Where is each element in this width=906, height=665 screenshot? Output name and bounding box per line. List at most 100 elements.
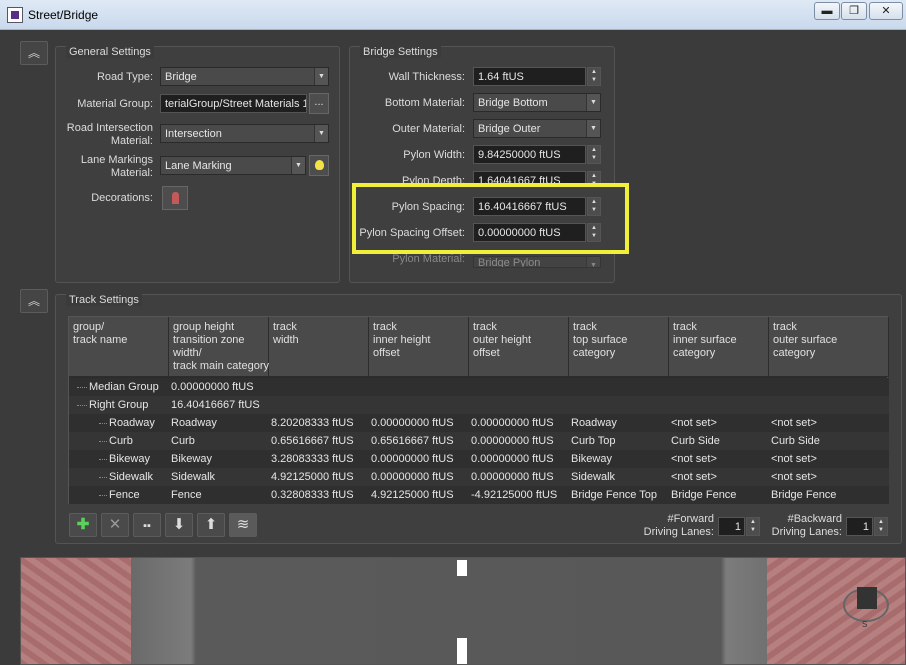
table-cell[interactable]: 3.28083333 ftUS [269, 450, 369, 468]
table-cell[interactable]: 16.40416667 ftUS [169, 396, 269, 414]
table-cell[interactable]: 0.00000000 ftUS [369, 450, 469, 468]
road-type-select[interactable]: Bridge ▼ [160, 67, 329, 86]
wall-thickness-spinner[interactable]: ▲ ▼ [587, 67, 601, 86]
table-cell[interactable]: 0.65616667 ftUS [369, 432, 469, 450]
table-cell[interactable] [769, 396, 889, 414]
table-row[interactable]: Fence Fence 0.32808333 ftUS 4.92125000 ftUS… [69, 486, 889, 504]
collapse-track-button[interactable]: ︽ [20, 289, 48, 313]
forward-lanes-field[interactable]: 1 [718, 517, 745, 536]
group-tracks-button[interactable]: ▪▪ [133, 513, 161, 537]
table-cell[interactable]: Bridge Fence Top [569, 486, 669, 504]
table-cell[interactable]: Curb Side [769, 432, 889, 450]
outer-material-select[interactable]: Bridge Outer ▼ [473, 119, 601, 138]
table-cell[interactable]: Bridge Fence [769, 486, 889, 504]
table-cell[interactable]: 0.00000000 ftUS [469, 414, 569, 432]
table-cell[interactable]: <not set> [769, 450, 889, 468]
table-cell[interactable] [369, 378, 469, 396]
bottom-material-select[interactable]: Bridge Bottom ▼ [473, 93, 601, 112]
table-cell[interactable] [469, 396, 569, 414]
column-header[interactable]: track inner height offset [369, 317, 469, 377]
table-cell[interactable]: <not set> [669, 468, 769, 486]
intersection-select[interactable]: Intersection ▼ [160, 124, 329, 143]
table-cell[interactable]: 0.00000000 ftUS [469, 468, 569, 486]
pylon-spacing-spinner[interactable]: ▲ ▼ [587, 197, 601, 216]
table-cell[interactable] [469, 378, 569, 396]
column-header[interactable]: track outer height offset [469, 317, 569, 377]
table-row[interactable]: Curb Curb 0.65616667 ftUS 0.65616667 ftUS 0.… [69, 432, 889, 450]
table-cell[interactable]: <not set> [769, 468, 889, 486]
table-cell[interactable]: 0.00000000 ftUS [169, 378, 269, 396]
backward-lanes-field[interactable]: 1 [846, 517, 873, 536]
table-row[interactable]: Bikeway Bikeway 3.28083333 ftUS 0.00000000 … [69, 450, 889, 468]
table-row[interactable]: Roadway Roadway 8.20208333 ftUS 0.00000000 … [69, 414, 889, 432]
table-cell[interactable] [269, 378, 369, 396]
table-cell[interactable]: 0.00000000 ftUS [369, 468, 469, 486]
table-cell[interactable] [569, 378, 669, 396]
table-cell[interactable] [769, 378, 889, 396]
pylon-spacing-offset-field[interactable]: 0.00000000 ftUS [473, 223, 586, 242]
table-cell[interactable]: -4.92125000 ftUS [469, 486, 569, 504]
column-header[interactable]: track inner surface category [669, 317, 769, 377]
material-group-field[interactable]: terialGroup/Street Materials 1 [160, 94, 307, 113]
pylon-width-field[interactable]: 9.84250000 ftUS [473, 145, 586, 164]
preview-viewport[interactable]: S [20, 557, 906, 665]
swap-layers-button[interactable]: ≋ [229, 513, 257, 537]
arrow-down-icon: ⬇ [172, 516, 186, 533]
table-cell[interactable]: 0.65616667 ftUS [269, 432, 369, 450]
pylon-spacing-offset-spinner[interactable]: ▲ ▼ [587, 223, 601, 242]
pylon-width-spinner[interactable]: ▲ ▼ [587, 145, 601, 164]
column-header[interactable]: track top surface category [569, 317, 669, 377]
table-cell[interactable]: <not set> [769, 414, 889, 432]
table-cell[interactable] [569, 396, 669, 414]
table-row[interactable]: Sidewalk Sidewalk 4.92125000 ftUS 0.0000000… [69, 468, 889, 486]
table-cell[interactable]: Bridge Fence [669, 486, 769, 504]
maximize-button[interactable]: ❐ [841, 2, 867, 20]
move-up-button[interactable]: ⬆ [197, 513, 225, 537]
table-cell[interactable]: Curb Side [669, 432, 769, 450]
move-down-button[interactable]: ⬇ [165, 513, 193, 537]
compass-widget[interactable]: S [843, 587, 889, 629]
table-cell[interactable] [669, 378, 769, 396]
table-cell[interactable]: 0.32808333 ftUS [269, 486, 369, 504]
collapse-settings-button[interactable]: ︽ [20, 41, 48, 65]
column-header[interactable]: track width [269, 317, 369, 377]
material-group-browse-button[interactable]: ... [309, 93, 329, 114]
pylon-spacing-field[interactable]: 16.40416667 ftUS [473, 197, 586, 216]
table-cell[interactable]: 8.20208333 ftUS [269, 414, 369, 432]
decorations-button[interactable] [162, 186, 188, 210]
table-cell[interactable]: Sidewalk [569, 468, 669, 486]
table-cell[interactable]: Bikeway [569, 450, 669, 468]
table-cell[interactable]: Roadway [169, 414, 269, 432]
table-cell[interactable] [369, 396, 469, 414]
table-cell[interactable]: 4.92125000 ftUS [369, 486, 469, 504]
column-header[interactable]: group/ track name [69, 317, 169, 377]
table-row[interactable]: Median Group 0.00000000 ftUS [69, 378, 889, 396]
delete-track-button[interactable]: ✕ [101, 513, 129, 537]
wall-thickness-field[interactable]: 1.64 ftUS [473, 67, 586, 86]
table-cell[interactable]: <not set> [669, 414, 769, 432]
table-cell[interactable]: <not set> [669, 450, 769, 468]
table-row[interactable]: Right Group 16.40416667 ftUS [69, 396, 889, 414]
table-cell[interactable] [669, 396, 769, 414]
table-cell[interactable]: 0.00000000 ftUS [469, 450, 569, 468]
table-cell[interactable]: 4.92125000 ftUS [269, 468, 369, 486]
table-cell[interactable] [269, 396, 369, 414]
column-header[interactable]: track outer surface category [769, 317, 889, 377]
lightbulb-button[interactable] [309, 155, 329, 176]
close-button[interactable]: ✕ [869, 2, 903, 20]
table-cell[interactable]: 0.00000000 ftUS [469, 432, 569, 450]
add-track-button[interactable]: ✚ [69, 513, 97, 537]
table-cell[interactable]: Sidewalk [169, 468, 269, 486]
table-cell[interactable]: Bikeway [169, 450, 269, 468]
table-cell[interactable]: Fence [169, 486, 269, 504]
lane-markings-select[interactable]: Lane Marking ▼ [160, 156, 306, 175]
column-header[interactable]: group height transition zone width/ trac… [169, 317, 269, 377]
table-cell[interactable]: Curb [169, 432, 269, 450]
forward-lanes-spinner[interactable]: ▲ ▼ [746, 517, 760, 536]
table-cell[interactable]: Roadway [569, 414, 669, 432]
pylon-material-select[interactable]: Bridge Pylon ▼ [473, 256, 601, 268]
backward-lanes-spinner[interactable]: ▲ ▼ [874, 517, 888, 536]
minimize-button[interactable]: ▬ [814, 2, 840, 20]
table-cell[interactable]: 0.00000000 ftUS [369, 414, 469, 432]
table-cell[interactable]: Curb Top [569, 432, 669, 450]
